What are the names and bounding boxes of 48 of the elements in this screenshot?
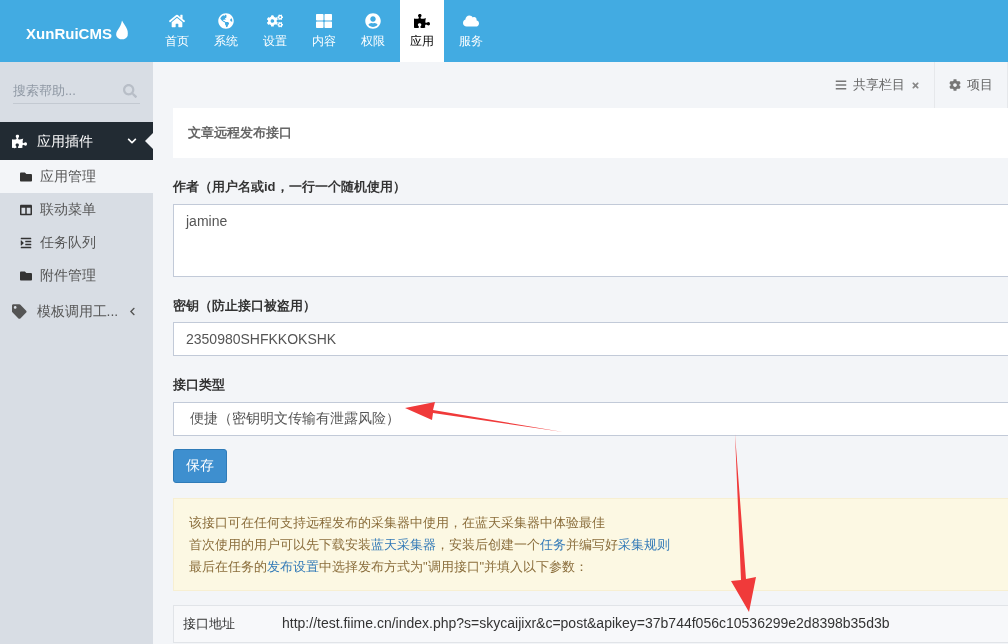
settings-icon bbox=[949, 79, 961, 91]
chevron-icon bbox=[128, 306, 137, 316]
search-field[interactable]: 搜索帮助... bbox=[13, 80, 123, 101]
puzzle-icon bbox=[414, 12, 430, 29]
active-notch bbox=[145, 133, 153, 149]
menu-item[interactable]: 应用管理 bbox=[0, 160, 153, 193]
chevron-icon bbox=[127, 136, 137, 146]
notice-text: 该接口可在任何支持远程发布的采集器中使用，在蓝天采集器中体验最佳 bbox=[189, 513, 606, 531]
list-icon bbox=[20, 236, 32, 249]
gears-icon bbox=[267, 12, 283, 29]
menu-icon bbox=[835, 79, 847, 91]
nav-tab[interactable]: 应用 bbox=[400, 0, 444, 62]
puzzle-icon bbox=[12, 133, 27, 149]
field-label: 密钥（防止接口被盗用） bbox=[173, 296, 317, 315]
notice-link[interactable]: 任务 bbox=[540, 536, 566, 552]
notice-link[interactable]: 发布设置 bbox=[267, 558, 319, 574]
logo-text: XunRuiCMS bbox=[26, 23, 112, 44]
menu-group-label: 应用插件 bbox=[37, 131, 94, 151]
menu-group[interactable]: 模板调用工... bbox=[0, 292, 153, 330]
key-field[interactable]: 2350980SHFKKOKSHK bbox=[173, 322, 1008, 356]
notice-text: 首次使用的用户可以先下载安装蓝天采集器，安装后创建一个任务并编写好采集规则 bbox=[189, 535, 671, 553]
save-button[interactable]: 保存 bbox=[173, 448, 227, 483]
notice-text: 最后在任务的发布设置中选择发布方式为"调用接口"并填入以下参数： bbox=[189, 557, 590, 575]
type-select[interactable]: 便捷（密钥明文传输有泄露风险） bbox=[173, 401, 1008, 436]
folder-icon bbox=[20, 269, 32, 282]
menu-group[interactable]: 应用插件 bbox=[0, 122, 153, 160]
user-icon bbox=[365, 12, 381, 29]
author-field[interactable]: jamine bbox=[173, 203, 1008, 277]
menu-group-label: 模板调用工... bbox=[36, 301, 119, 321]
search-icon bbox=[123, 83, 137, 98]
columns-icon bbox=[20, 203, 32, 216]
globe-icon bbox=[218, 12, 234, 29]
param-value: http://test.fiime.cn/index.php?s=skycaijixr&c=post&apikey=37b744f056c10536299e2d8398b35d3b bbox=[282, 614, 890, 633]
field-label: 接口类型 bbox=[173, 376, 226, 394]
home-icon bbox=[169, 12, 185, 29]
grid-icon bbox=[316, 12, 332, 29]
field-label: 作者（用户名或id，一行一个随机使用） bbox=[173, 178, 407, 196]
cloud-icon bbox=[463, 12, 479, 29]
menu-item[interactable]: 附件管理 bbox=[0, 259, 153, 292]
page-title-card: 文章远程发布接口 bbox=[173, 108, 1008, 158]
folder-icon bbox=[20, 170, 32, 183]
close-icon[interactable] bbox=[911, 80, 920, 90]
menu-item[interactable]: 联动菜单 bbox=[0, 193, 153, 226]
menu-item[interactable]: 任务队列 bbox=[0, 226, 153, 259]
notice-link[interactable]: 蓝天采集器 bbox=[371, 536, 436, 552]
notice-link[interactable]: 采集规则 bbox=[618, 536, 670, 552]
tag-icon bbox=[12, 303, 27, 319]
param-name: 接口地址 bbox=[182, 614, 236, 633]
